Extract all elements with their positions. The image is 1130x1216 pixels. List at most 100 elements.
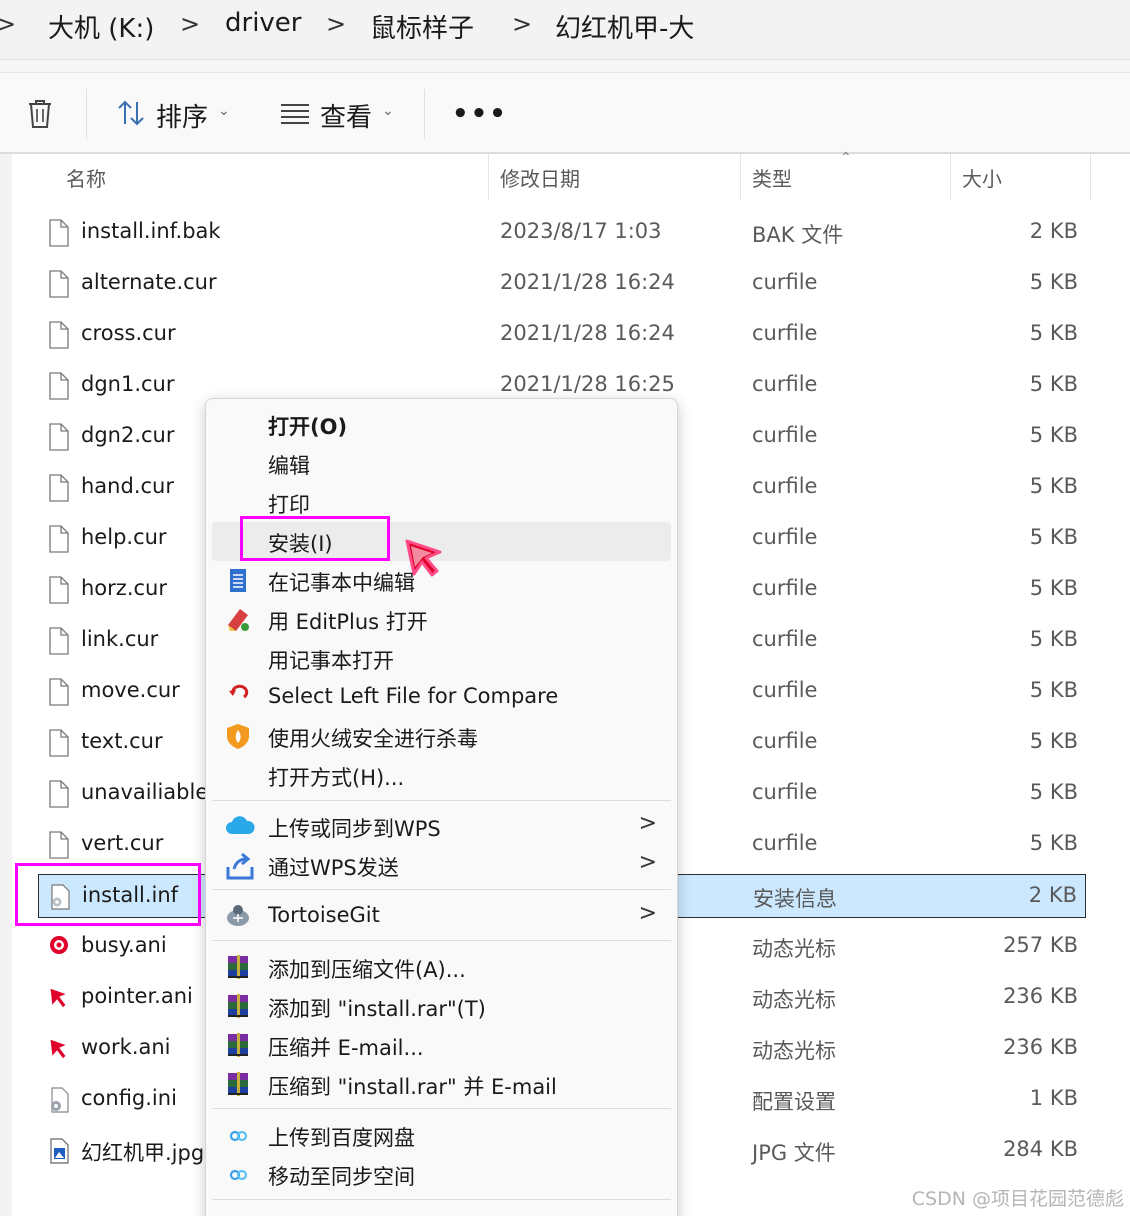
winrar-icon bbox=[224, 953, 252, 981]
column-divider[interactable] bbox=[1090, 154, 1091, 200]
breadcrumb-separator: > bbox=[512, 10, 533, 38]
file-date: 2023/8/17 1:03 bbox=[500, 219, 662, 243]
navigation-pane-edge bbox=[0, 154, 12, 1216]
context-menu-separator bbox=[212, 1108, 671, 1109]
breadcrumb-item-driver[interactable]: driver bbox=[225, 8, 302, 38]
file-icon bbox=[48, 780, 70, 808]
file-icon bbox=[48, 576, 70, 604]
view-label: 查看 bbox=[320, 102, 373, 133]
command-bar: 排序 ⌄ 查看 ⌄ ••• bbox=[0, 72, 1130, 154]
breadcrumb: > 大机 (K:) > driver > 鼠标样子 > 幻红机甲-大 bbox=[0, 0, 1130, 60]
file-date: 2021/1/28 16:24 bbox=[500, 270, 675, 294]
pointer-cursor-icon bbox=[48, 984, 70, 1012]
context-menu-item-label: 上传到百度网盘 bbox=[268, 1126, 415, 1150]
file-name: vert.cur bbox=[81, 831, 164, 855]
file-date: 2021/1/28 16:25 bbox=[500, 372, 675, 396]
file-size: 5 KB bbox=[1029, 321, 1078, 345]
image-file-icon bbox=[48, 1137, 70, 1165]
file-type: curfile bbox=[752, 321, 818, 345]
file-name: link.cur bbox=[81, 627, 159, 651]
winrar-icon bbox=[224, 992, 252, 1020]
context-menu-separator bbox=[212, 800, 671, 801]
highlight-box-install-inf bbox=[15, 863, 201, 926]
context-menu-item[interactable]: 上传或同步到WPS > bbox=[212, 807, 671, 846]
context-menu-item-label: 通过WPS发送 bbox=[268, 856, 399, 880]
tortoisegit-icon bbox=[224, 902, 252, 930]
watermark: CSDN @项目花园范德彪 bbox=[911, 1188, 1124, 1210]
context-menu-item[interactable]: 压缩到 "install.rar" 并 E-mail bbox=[212, 1065, 671, 1104]
baidu-netdisk-icon bbox=[224, 1121, 252, 1149]
breadcrumb-item-current-folder[interactable]: 幻红机甲-大 bbox=[555, 8, 694, 45]
context-menu-item-label: 编辑 bbox=[268, 454, 310, 478]
context-menu-item[interactable]: TortoiseGit > bbox=[212, 897, 671, 936]
file-type: 动态光标 bbox=[752, 937, 836, 961]
file-type: 动态光标 bbox=[752, 988, 836, 1012]
column-header-name[interactable]: 名称 bbox=[56, 154, 488, 200]
context-menu-item[interactable]: 打开(O) bbox=[212, 405, 671, 444]
work-cursor-icon bbox=[48, 1035, 70, 1063]
context-menu-item[interactable]: 使用火绒安全进行杀毒 bbox=[212, 717, 671, 756]
config-icon bbox=[48, 1086, 70, 1114]
file-name: install.inf.bak bbox=[81, 219, 221, 243]
file-type: BAK 文件 bbox=[752, 223, 844, 247]
chevron-down-icon: ⌄ bbox=[382, 103, 394, 119]
sort-button[interactable]: 排序 ⌄ bbox=[116, 95, 230, 135]
file-size: 2 KB bbox=[1028, 883, 1077, 907]
context-menu-item[interactable]: 移动至同步空间 bbox=[212, 1155, 671, 1194]
context-menu-item[interactable]: 通过WPS发送 > bbox=[212, 846, 671, 885]
context-menu-item[interactable]: 用记事本打开 bbox=[212, 639, 671, 678]
breadcrumb-item-cursor-folder[interactable]: 鼠标样子 bbox=[370, 8, 474, 45]
breadcrumb-item-drive[interactable]: 大机 (K:) bbox=[48, 8, 154, 45]
file-row[interactable]: alternate.cur 2021/1/28 16:24 curfile 5 KB bbox=[38, 262, 1086, 306]
file-name: busy.ani bbox=[81, 933, 167, 957]
context-menu-item[interactable]: 添加到压缩文件(A)... bbox=[212, 948, 671, 987]
context-menu-item[interactable]: 添加到 "install.rar"(T) bbox=[212, 987, 671, 1026]
file-type: 安装信息 bbox=[753, 887, 837, 911]
context-menu-item[interactable]: 压缩并 E-mail... bbox=[212, 1026, 671, 1065]
view-button[interactable]: 查看 ⌄ bbox=[280, 95, 394, 135]
context-menu-separator bbox=[212, 889, 671, 890]
trash-icon[interactable] bbox=[26, 97, 54, 131]
compare-icon bbox=[224, 683, 252, 711]
file-row[interactable]: cross.cur 2021/1/28 16:24 curfile 5 KB bbox=[38, 313, 1086, 357]
busy-cursor-icon bbox=[48, 933, 70, 961]
divider bbox=[0, 60, 1130, 72]
file-row[interactable]: install.inf.bak 2023/8/17 1:03 BAK 文件 2 KB bbox=[38, 211, 1086, 255]
file-size: 5 KB bbox=[1029, 678, 1078, 702]
file-name: alternate.cur bbox=[81, 270, 217, 294]
context-menu-item[interactable]: 编辑 bbox=[212, 444, 671, 483]
file-type: curfile bbox=[752, 423, 818, 447]
file-type: curfile bbox=[752, 525, 818, 549]
chevron-right-icon: > bbox=[638, 811, 657, 836]
share-icon bbox=[224, 851, 254, 880]
file-explorer-window: > 大机 (K:) > driver > 鼠标样子 > 幻红机甲-大 排序 ⌄ … bbox=[0, 0, 1130, 1216]
context-menu-item[interactable]: 上传到百度网盘 bbox=[212, 1116, 671, 1155]
column-divider[interactable] bbox=[488, 154, 489, 200]
sort-icon bbox=[116, 98, 146, 132]
file-size: 5 KB bbox=[1029, 372, 1078, 396]
context-menu-item-label: 使用火绒安全进行杀毒 bbox=[268, 727, 478, 751]
context-menu-item[interactable]: 打开方式(H)... bbox=[212, 756, 671, 795]
file-size: 1 KB bbox=[1029, 1086, 1078, 1110]
column-divider[interactable] bbox=[740, 154, 741, 200]
column-header-date[interactable]: 修改日期 bbox=[490, 154, 740, 200]
context-menu-item[interactable]: Select Left File for Compare bbox=[212, 678, 671, 717]
file-icon bbox=[48, 525, 70, 553]
context-menu-item-label: 在记事本中编辑 bbox=[268, 571, 415, 595]
context-menu-item-label: 用记事本打开 bbox=[268, 649, 394, 673]
file-type: curfile bbox=[752, 831, 818, 855]
more-options-button[interactable]: ••• bbox=[452, 99, 508, 129]
column-header-size[interactable]: 大小 bbox=[952, 154, 1090, 200]
column-divider[interactable] bbox=[950, 154, 951, 200]
file-size: 257 KB bbox=[1003, 933, 1078, 957]
context-menu-item-label: 打开方式(H)... bbox=[268, 766, 405, 790]
file-name: help.cur bbox=[81, 525, 167, 549]
context-menu-item-label: 添加到压缩文件(A)... bbox=[268, 958, 466, 982]
mouse-cursor-icon bbox=[404, 538, 446, 580]
file-icon bbox=[48, 729, 70, 757]
file-icon bbox=[48, 270, 70, 298]
file-type: curfile bbox=[752, 474, 818, 498]
context-menu-item-label: Select Left File for Compare bbox=[268, 684, 559, 708]
file-type: curfile bbox=[752, 678, 818, 702]
context-menu-item[interactable]: 用 EditPlus 打开 bbox=[212, 600, 671, 639]
